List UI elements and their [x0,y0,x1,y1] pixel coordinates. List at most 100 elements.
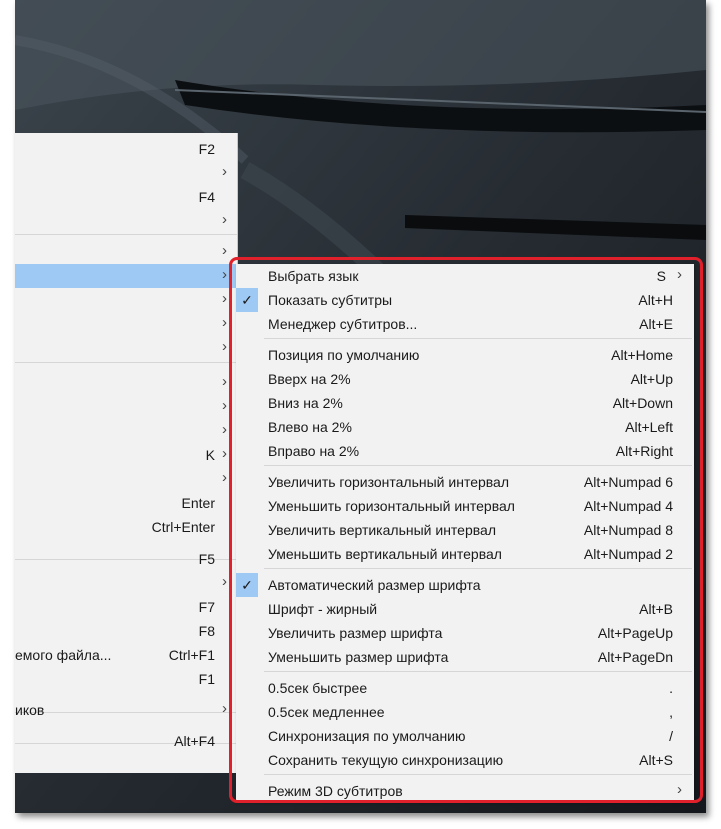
submenu-item-shortcut: Alt+Numpad 4 [583,498,673,514]
submenu-item[interactable]: Сохранить текущую синхронизацию Alt+S [236,748,694,772]
submenu-item[interactable]: 0.5сек быстрее. [236,676,694,700]
submenu-item[interactable]: Влево на 2% Alt+Left [236,415,694,439]
submenu-item-label: Увеличить размер шрифта [268,625,443,641]
menu-item[interactable]: › [15,209,237,233]
menu-item[interactable]: K › [15,443,237,467]
submenu-item-label: Автоматический размер шрифта [268,577,481,593]
submenu-item[interactable]: ✓ Показать субтитры Alt+H [236,288,694,312]
menu-item[interactable]: Alt+F4 [15,729,237,753]
menu-item[interactable]: › [15,312,237,336]
chevron-right-icon: › [222,700,227,717]
menu-item-shortcut: F8 [198,623,215,639]
menu-separator [264,465,692,466]
menu-separator [264,774,692,775]
submenu-item-label: Влево на 2% [268,419,352,435]
menu-separator [264,568,692,569]
submenu-item-shortcut: Alt+Left [625,419,673,435]
menu-item-shortcut: Enter [181,495,215,511]
submenu-item[interactable]: Режим 3D субтитров › [236,779,694,803]
chevron-right-icon: › [222,573,227,590]
menu-item-label: емого файла... [15,647,112,663]
menu-item[interactable]: F5 [15,547,237,571]
submenu-item[interactable]: 0.5сек медленнее, [236,700,694,724]
chevron-right-icon: › [222,469,227,486]
menu-separator [264,338,692,339]
submenu-item-label: Синхронизация по умолчанию [268,728,466,744]
menu-item[interactable]: › [15,240,237,264]
submenu-item[interactable]: Синхронизация по умолчанию / [236,724,694,748]
menu-item[interactable]: F7 [15,595,237,619]
menu-separator [264,671,692,672]
menu-item[interactable]: F8 [15,619,237,643]
submenu-item[interactable]: Вниз на 2% Alt+Down [236,391,694,415]
submenu-item[interactable]: Увеличить вертикальный интервал Alt+Numpa… [236,518,694,542]
submenu-item-shortcut: Alt+Numpad 2 [583,546,673,562]
submenu-item-shortcut: Alt+Home [611,347,673,363]
submenu-item[interactable]: Уменьшить вертикальный интервал Alt+Numpa… [236,542,694,566]
menu-item-shortcut: Ctrl+F1 [168,647,215,663]
chevron-right-icon: › [222,445,227,462]
submenu-item-shortcut: Alt+PageUp [597,625,673,641]
submenu-item[interactable]: Позиция по умолчанию Alt+Home [236,343,694,367]
menu-item[interactable]: › [15,467,237,491]
submenu-item-label: Увеличить горизонтальный интервал [268,474,510,490]
menu-item[interactable]: Enter [15,491,237,515]
chevron-right-icon: › [222,397,227,414]
menu-item-subtitles-active[interactable]: › [15,264,237,288]
chevron-right-icon: › [222,211,227,228]
submenu-item-label: Режим 3D субтитров [268,783,403,799]
submenu-item[interactable]: Вправо на 2% Alt+Right [236,439,694,463]
menu-item[interactable]: F1 [15,667,237,691]
subtitles-submenu: Выбрать язык S › ✓ Показать субтитры Alt+H Мен… [236,264,694,802]
menu-item[interactable]: › [15,419,237,443]
menu-item[interactable]: › [15,161,237,185]
submenu-item[interactable]: Выбрать язык S › [236,264,694,288]
menu-item-label: иков [15,702,45,718]
submenu-item-shortcut: Alt+S [639,752,673,768]
chevron-right-icon: › [222,338,227,355]
menu-item-shortcut: K [205,447,215,463]
submenu-item-label: Выбрать язык [268,268,359,284]
menu-item[interactable]: F2 [15,137,237,161]
menu-item[interactable]: Ctrl+Enter [15,515,237,539]
submenu-item-shortcut: , [669,704,673,720]
submenu-item[interactable]: Увеличить горизонтальный интервал Alt+Num… [236,470,694,494]
context-menu: F2 › F4 › › › › › › › › › K › › Enter Ctrl+Enter F5 › F7 F8 е… [15,133,238,773]
chevron-right-icon: › [222,242,227,259]
submenu-item-shortcut: S [656,268,666,284]
checkmark-icon: ✓ [236,573,258,597]
menu-item[interactable]: › [15,371,237,395]
submenu-item-shortcut: Alt+Right [615,443,673,459]
menu-item-shortcut: Ctrl+Enter [151,519,215,535]
submenu-item[interactable]: ✓ Автоматический размер шрифта [236,573,694,597]
menu-item[interactable]: иков › [15,698,237,722]
submenu-item-label: Уменьшить вертикальный интервал [268,546,502,562]
chevron-right-icon: › [222,373,227,390]
chevron-right-icon: › [222,290,227,307]
submenu-item-shortcut: Alt+Numpad 8 [583,522,673,538]
submenu-item[interactable]: Вверх на 2% Alt+Up [236,367,694,391]
submenu-item[interactable]: Менеджер субтитров... Alt+E [236,312,694,336]
menu-item[interactable]: › [15,288,237,312]
submenu-item[interactable]: Уменьшить размер шрифта Alt+PageDn [236,645,694,669]
submenu-item-label: Уменьшить горизонтальный интервал [268,498,515,514]
submenu-item-label: Сохранить текущую синхронизацию [268,752,504,768]
menu-item[interactable]: › [15,395,237,419]
checkmark-icon: ✓ [236,288,258,312]
submenu-item[interactable]: Уменьшить горизонтальный интервал Alt+Num… [236,494,694,518]
menu-item-shortcut: F5 [198,551,215,567]
chevron-right-icon: › [222,163,227,180]
submenu-item[interactable]: Шрифт - жирный Alt+B [236,597,694,621]
submenu-item[interactable]: Увеличить размер шрифта Alt+PageUp [236,621,694,645]
submenu-item-label: Показать субтитры [268,292,393,308]
submenu-item-shortcut: Alt+H [638,292,673,308]
submenu-item-shortcut: Alt+B [639,601,673,617]
submenu-item-label: Вправо на 2% [268,443,360,459]
menu-item[interactable]: емого файла... Ctrl+F1 [15,643,237,667]
menu-item[interactable]: F4 [15,185,237,209]
submenu-item-shortcut: Alt+E [639,316,673,332]
menu-item-shortcut: F1 [198,671,215,687]
submenu-item-label: Позиция по умолчанию [268,347,420,363]
menu-item[interactable]: › [15,571,237,595]
menu-item[interactable]: › [15,336,237,360]
